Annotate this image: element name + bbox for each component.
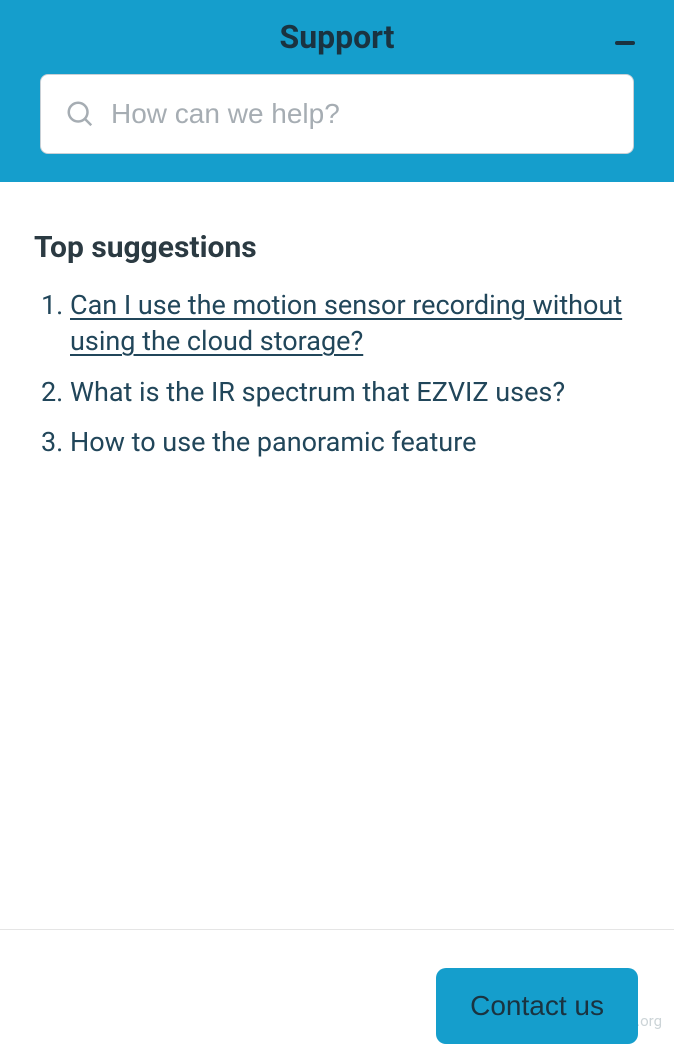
list-item: How to use the panoramic feature: [70, 424, 640, 460]
list-item: Can I use the motion sensor recording wi…: [70, 287, 640, 360]
watermark-suffix: .org: [636, 1012, 662, 1030]
suggestion-link-3[interactable]: How to use the panoramic feature: [70, 426, 476, 458]
widget-body: Top suggestions Can I use the motion sen…: [0, 182, 674, 929]
support-widget: Support Top suggestions Can I use the mo…: [0, 0, 674, 930]
header-title: Support: [40, 18, 634, 56]
search-icon: [65, 99, 95, 129]
contact-us-button[interactable]: Contact us: [436, 968, 638, 1044]
search-field-wrapper[interactable]: [40, 74, 634, 154]
suggestion-link-2[interactable]: What is the IR spectrum that EZVIZ uses?: [70, 376, 565, 408]
list-item: What is the IR spectrum that EZVIZ uses?: [70, 374, 640, 410]
suggestion-link-1[interactable]: Can I use the motion sensor recording wi…: [70, 289, 622, 357]
footer-area: SafeHome .org Contact us: [0, 930, 674, 1058]
widget-header: Support: [0, 0, 674, 182]
top-suggestions-heading: Top suggestions: [34, 230, 640, 265]
suggestions-list: Can I use the motion sensor recording wi…: [34, 287, 640, 461]
minimize-button[interactable]: [614, 32, 636, 54]
search-input[interactable]: [111, 98, 609, 130]
minus-icon: [615, 41, 635, 45]
